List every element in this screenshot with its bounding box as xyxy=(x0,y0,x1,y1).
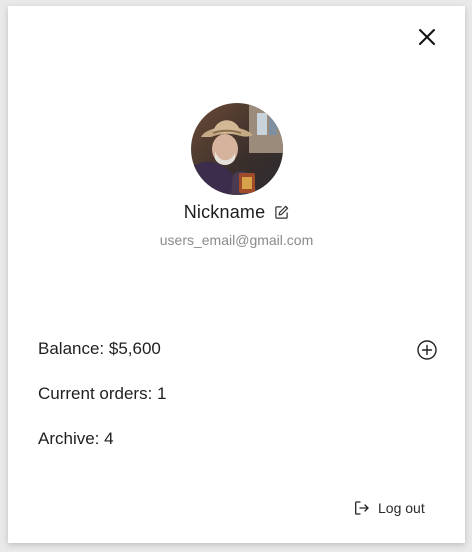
archive-label[interactable]: Archive: 4 xyxy=(38,429,114,449)
edit-nickname-button[interactable] xyxy=(273,205,289,221)
add-balance-button[interactable] xyxy=(416,339,438,361)
name-row: Nickname xyxy=(8,202,465,223)
logout-icon xyxy=(355,501,369,515)
plus-circle-icon xyxy=(417,340,437,360)
logout-label: Log out xyxy=(378,500,425,516)
avatar xyxy=(191,103,283,195)
edit-pencil-icon xyxy=(275,205,289,219)
nickname: Nickname xyxy=(183,202,266,222)
close-button[interactable] xyxy=(414,24,440,50)
close-icon xyxy=(419,29,435,45)
logout-button[interactable]: Log out xyxy=(354,500,425,516)
user-email: users_email@gmail.com xyxy=(159,232,314,248)
current-orders-label[interactable]: Current orders: 1 xyxy=(38,384,167,404)
profile-panel: Nickname users_email@gmail.com Balance: … xyxy=(8,6,465,543)
balance-label: Balance: $5,600 xyxy=(38,339,161,358)
